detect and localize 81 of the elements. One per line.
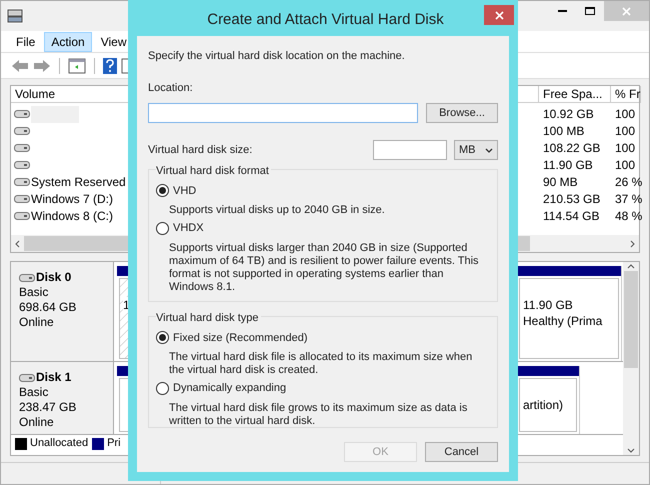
close-icon	[494, 10, 504, 20]
legend-label: Unallocated	[30, 436, 88, 452]
selection-highlight	[31, 106, 79, 122]
radio-label: VHDX	[173, 221, 204, 236]
unit-dropdown[interactable]: MB	[454, 140, 498, 160]
intro-text: Specify the virtual hard disk location on the machine.	[148, 49, 406, 64]
table-cell-text: 100	[614, 123, 636, 140]
table-cell-text: 37 %	[614, 191, 641, 208]
table-cell-text: System Reserved	[31, 174, 126, 191]
table-cell-text: 10.92 GB	[542, 106, 595, 123]
minimize-icon	[558, 10, 566, 12]
menu-item[interactable]: Action	[44, 32, 92, 52]
vertical-scrollbar[interactable]	[623, 262, 639, 455]
drive-icon	[19, 274, 35, 282]
radio-button[interactable]	[156, 331, 169, 344]
scroll-down-icon	[627, 448, 635, 453]
table-cell-text: 114.54 GB	[542, 208, 600, 225]
drive-icon	[14, 144, 30, 152]
location-label: Location:	[148, 80, 194, 96]
table-cell-text: 100 MB	[542, 123, 586, 140]
option-description: The virtual hard disk file is allocated to its maximum size when the virtual hard disk is created.	[169, 351, 474, 377]
disk-management-icon	[7, 8, 23, 24]
scroll-right-icon	[630, 240, 635, 248]
radio-button[interactable]	[156, 184, 169, 198]
dialog-title: Create and Attach Virtual Hard Disk	[207, 10, 444, 30]
disk-type: Basic	[19, 385, 50, 400]
drive-icon	[14, 212, 30, 220]
table-cell-text: 26 %	[614, 174, 641, 191]
option-description: The virtual hard disk file grows to its maximum size as data is written to the virtual hard disk.	[169, 402, 468, 428]
radio-label: VHD	[173, 184, 196, 198]
table-cell-text: 100	[614, 140, 636, 157]
scroll-up-icon	[627, 264, 635, 269]
table-cell-text: 100	[614, 157, 636, 174]
chevron-down-icon	[485, 148, 493, 152]
radio-button[interactable]	[156, 222, 169, 235]
maximize-icon	[585, 7, 595, 15]
table-cell-text: Windows 7 (D:)	[31, 191, 114, 208]
column-header[interactable]: % Fr	[611, 86, 641, 103]
group-title: Virtual hard disk type	[156, 310, 261, 326]
table-cell-text: 108.22 GB	[542, 140, 602, 157]
table-cell-text: 11.90 GB	[542, 157, 594, 174]
drive-icon	[14, 127, 30, 135]
radio-label: Dynamically expanding	[173, 381, 286, 396]
drive-icon	[14, 195, 30, 203]
disk-name: Disk 0	[36, 270, 72, 285]
forward-arrow-icon	[33, 58, 51, 72]
close-icon	[622, 6, 631, 16]
table-cell-text: Windows 8 (C:)	[31, 208, 114, 225]
console-pane-icon	[68, 58, 86, 74]
location-field[interactable]	[148, 103, 418, 123]
scroll-left-icon	[15, 240, 20, 248]
drive-icon	[14, 178, 30, 186]
drive-icon	[14, 110, 30, 118]
partition-header-bar	[517, 366, 579, 376]
dialog-button[interactable]: Cancel	[425, 442, 498, 462]
table-cell-text: 100	[614, 106, 636, 123]
table-cell-text: 90 MB	[542, 174, 579, 191]
radio-label: Fixed size (Recommended)	[173, 330, 308, 346]
size-label: Virtual hard disk size:	[148, 142, 254, 158]
help-icon	[103, 58, 117, 74]
drive-icon	[14, 161, 30, 169]
menu-item[interactable]: View	[94, 32, 134, 52]
disk-size: 238.47 GB	[19, 400, 78, 415]
disk-name: Disk 1	[36, 370, 72, 385]
menu-item[interactable]: File	[9, 32, 42, 52]
radio-button[interactable]	[156, 382, 169, 395]
browse-button[interactable]: Browse...	[426, 103, 498, 123]
table-cell-text: 48 %	[614, 208, 641, 225]
legend-label: Pri	[107, 436, 121, 452]
column-header[interactable]: Free Spa...	[539, 86, 611, 103]
option-description: Supports virtual disks larger than 2040 GB in size (Supported maximum of 64 TB) and is resilient to power failure events. This format is not supported in operating systems earlier than Windows 8.1.	[169, 242, 480, 294]
close-button[interactable]	[484, 5, 514, 25]
disk-status: Online	[19, 315, 55, 330]
table-cell-text: 210.53 GB	[542, 191, 602, 208]
disk-size: 698.64 GB	[19, 300, 78, 315]
disk-status: Online	[19, 415, 55, 430]
back-arrow-icon	[11, 58, 29, 72]
option-description: Supports virtual disks up to 2040 GB in size.	[169, 204, 386, 217]
size-field[interactable]	[373, 140, 447, 160]
drive-icon	[19, 374, 35, 382]
disk-type: Basic	[19, 285, 50, 300]
